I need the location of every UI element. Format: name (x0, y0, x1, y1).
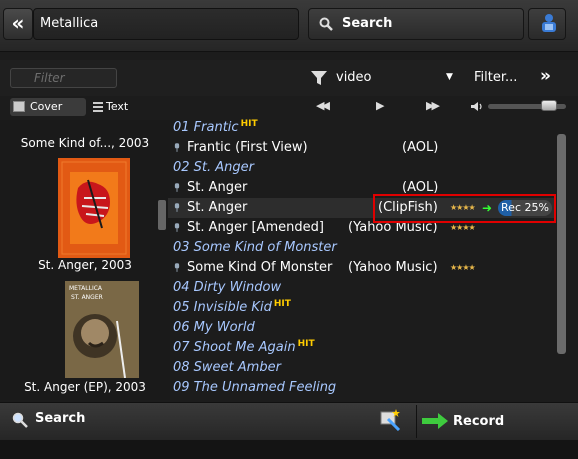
record-button-label: Record (453, 414, 505, 429)
track-title: St. Anger (187, 180, 248, 195)
album-track-title: 02 St. Anger (173, 160, 255, 175)
filter-type-select[interactable]: video (336, 70, 372, 85)
track-title: St. Anger (187, 200, 248, 215)
user-button[interactable] (528, 8, 566, 40)
hit-badge: HIT (297, 339, 315, 349)
album-group-row[interactable]: 09 The Unnamed Feeling (168, 378, 556, 398)
hit-badge: HIT (273, 299, 291, 309)
album-track-title: 06 My World (173, 320, 255, 335)
album-track-title: 05 Invisible Kid HIT (173, 299, 291, 315)
hit-badge: HIT (240, 119, 258, 129)
cover-subtitle-text: ST. ANGER (71, 294, 103, 301)
microphone-icon (174, 143, 180, 152)
track-source: (AOL) (402, 140, 439, 155)
text-view-tab[interactable]: Text (93, 98, 128, 116)
track-source: (Yahoo Music) (348, 260, 438, 275)
album-track-title: 01 Frantic HIT (173, 119, 258, 135)
record-button[interactable]: Record (416, 405, 566, 438)
microphone-icon (174, 223, 180, 232)
filter-input[interactable]: Filter (10, 68, 117, 88)
track-list-scrollbar[interactable] (557, 134, 566, 354)
volume-slider-handle[interactable] (540, 100, 557, 111)
image-icon (13, 101, 25, 112)
album-group-row[interactable]: 01 Frantic HIT (168, 118, 556, 138)
green-arrow-icon (422, 413, 448, 429)
cover-view-tab[interactable]: Cover (10, 98, 86, 116)
forward-button[interactable]: » (540, 66, 551, 86)
album-track-title: 07 Shoot Me Again HIT (173, 339, 315, 355)
cover-label[interactable]: St. Anger (EP), 2003 (0, 380, 170, 394)
text-view-label: Text (106, 100, 129, 113)
album-group-row[interactable]: 07 Shoot Me Again HIT (168, 338, 556, 358)
back-button[interactable]: « (3, 8, 33, 40)
record-arrow-icon: ➜ (482, 201, 493, 215)
magic-wand-icon[interactable] (378, 407, 402, 431)
album-cover-st-anger-ep[interactable]: METALLICA ST. ANGER (65, 281, 139, 378)
album-cover-st-anger[interactable] (58, 158, 130, 258)
rating-stars: ★★★★ (450, 263, 476, 272)
play-button[interactable]: ▶ (376, 99, 384, 112)
cover-label[interactable]: St. Anger, 2003 (0, 258, 170, 272)
previous-track-button[interactable]: ◀◀ (316, 99, 330, 112)
cover-logo-text: METALLICA (69, 285, 103, 292)
search-icon (12, 412, 28, 428)
album-group-row[interactable]: 08 Sweet Amber (168, 358, 556, 378)
microphone-icon (174, 263, 180, 272)
search-tab-label: Search (35, 411, 86, 426)
cover-label[interactable]: Some Kind of..., 2003 (0, 136, 170, 150)
track-row[interactable]: Frantic (First View) (AOL) (168, 138, 556, 158)
list-icon (93, 102, 103, 112)
search-tab-button[interactable]: Search (12, 411, 86, 428)
album-track-title: 09 The Unnamed Feeling (173, 380, 337, 395)
speaker-icon[interactable] (470, 101, 484, 112)
search-button[interactable]: Search (308, 8, 524, 40)
funnel-icon (311, 71, 327, 85)
search-button-label: Search (342, 16, 393, 31)
track-row[interactable]: Some Kind Of Monster (Yahoo Music) ★★★★ (168, 258, 556, 278)
album-group-row[interactable]: 02 St. Anger (168, 158, 556, 178)
microphone-icon (174, 203, 180, 212)
status-bar (0, 440, 578, 459)
cover-view-label: Cover (30, 100, 63, 113)
cover-scrollbar[interactable] (158, 200, 166, 230)
album-group-row[interactable]: 03 Some Kind of Monster (168, 238, 556, 258)
album-track-title: 04 Dirty Window (173, 280, 282, 295)
chevron-down-icon[interactable]: ▼ (446, 72, 453, 82)
album-track-title: 08 Sweet Amber (173, 360, 281, 375)
search-icon (319, 17, 333, 31)
album-group-row[interactable]: 05 Invisible Kid HIT (168, 298, 556, 318)
track-title: St. Anger [Amended] (187, 220, 324, 235)
album-group-row[interactable]: 04 Dirty Window (168, 278, 556, 298)
album-group-row[interactable]: 06 My World (168, 318, 556, 338)
track-list: 01 Frantic HIT Frantic (First View) (AOL) 02… (168, 118, 568, 402)
filter-more-button[interactable]: Filter... (474, 70, 517, 85)
track-title: Frantic (First View) (187, 140, 308, 155)
user-icon (542, 14, 556, 32)
album-track-title: 03 Some Kind of Monster (173, 240, 337, 255)
next-track-button[interactable]: ▶▶ (426, 99, 440, 112)
search-query-input[interactable]: Metallica (33, 8, 299, 40)
microphone-icon (174, 183, 180, 192)
recording-status-badge: Rec 25% (498, 200, 552, 216)
track-title: Some Kind Of Monster (187, 260, 333, 275)
